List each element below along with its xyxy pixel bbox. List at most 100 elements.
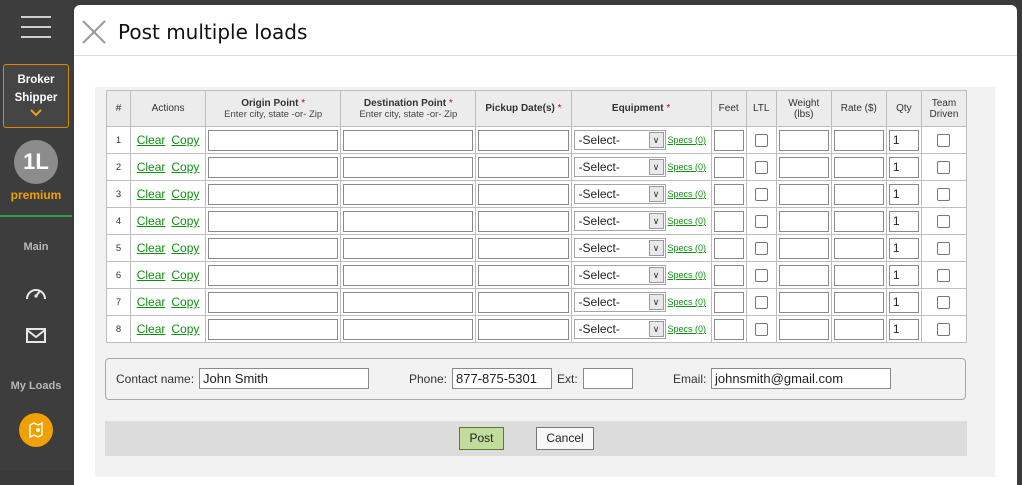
copy-link[interactable]: Copy (171, 241, 199, 255)
specs-link[interactable]: Specs (0) (668, 216, 707, 226)
qty-input[interactable]: 1 (888, 237, 919, 259)
rate-input[interactable] (833, 264, 884, 286)
weight-input[interactable] (778, 183, 829, 205)
rate-input[interactable] (833, 129, 884, 151)
clear-link[interactable]: Clear (137, 322, 166, 336)
equipment-select[interactable]: -Select- ∨ (573, 319, 666, 339)
clear-link[interactable]: Clear (137, 160, 166, 174)
origin-input[interactable] (208, 291, 339, 313)
origin-input[interactable] (208, 156, 339, 178)
clear-link[interactable]: Clear (137, 268, 166, 282)
pickup-date-input[interactable] (478, 318, 569, 340)
clear-link[interactable]: Clear (137, 133, 166, 147)
ltl-checkbox[interactable] (754, 134, 768, 148)
pickup-date-input[interactable] (478, 129, 569, 151)
team-driven-checkbox[interactable] (937, 242, 951, 256)
team-driven-checkbox[interactable] (937, 215, 951, 229)
pickup-date-input[interactable] (478, 210, 569, 232)
team-driven-checkbox[interactable] (937, 188, 951, 202)
destination-input[interactable] (343, 264, 474, 286)
weight-input[interactable] (778, 291, 829, 313)
pickup-date-input[interactable] (478, 264, 569, 286)
ltl-checkbox[interactable] (754, 323, 768, 337)
specs-link[interactable]: Specs (0) (668, 243, 707, 253)
team-driven-checkbox[interactable] (937, 269, 951, 283)
hamburger-icon[interactable] (21, 16, 51, 38)
feet-input[interactable] (713, 237, 744, 259)
cancel-button[interactable]: Cancel (536, 427, 594, 450)
specs-link[interactable]: Specs (0) (668, 270, 707, 280)
destination-input[interactable] (343, 291, 474, 313)
team-driven-checkbox[interactable] (937, 161, 951, 175)
equipment-select[interactable]: -Select- ∨ (573, 184, 666, 204)
origin-input[interactable] (208, 237, 339, 259)
weight-input[interactable] (778, 237, 829, 259)
qty-input[interactable]: 1 (888, 210, 919, 232)
destination-input[interactable] (343, 129, 474, 151)
copy-link[interactable]: Copy (171, 295, 199, 309)
copy-link[interactable]: Copy (171, 187, 199, 201)
rate-input[interactable] (833, 237, 884, 259)
ltl-checkbox[interactable] (754, 188, 768, 202)
equipment-select[interactable]: -Select- ∨ (573, 238, 666, 258)
dashboard-gauge-icon[interactable] (24, 283, 48, 303)
qty-input[interactable]: 1 (888, 291, 919, 313)
equipment-select[interactable]: -Select- ∨ (573, 292, 666, 312)
destination-input[interactable] (343, 237, 474, 259)
origin-input[interactable] (208, 264, 339, 286)
post-button[interactable]: Post (459, 427, 504, 450)
clear-link[interactable]: Clear (137, 214, 166, 228)
destination-input[interactable] (343, 156, 474, 178)
role-switcher[interactable]: Broker Shipper (3, 64, 69, 128)
specs-link[interactable]: Specs (0) (668, 297, 707, 307)
pickup-date-input[interactable] (478, 291, 569, 313)
clear-link[interactable]: Clear (137, 295, 166, 309)
ltl-checkbox[interactable] (754, 296, 768, 310)
copy-link[interactable]: Copy (171, 214, 199, 228)
rate-input[interactable] (833, 291, 884, 313)
copy-link[interactable]: Copy (171, 133, 199, 147)
pickup-date-input[interactable] (478, 237, 569, 259)
origin-input[interactable] (208, 183, 339, 205)
rate-input[interactable] (833, 156, 884, 178)
equipment-select[interactable]: -Select- ∨ (573, 265, 666, 285)
qty-input[interactable]: 1 (888, 156, 919, 178)
ext-field[interactable] (583, 368, 633, 389)
qty-input[interactable]: 1 (888, 183, 919, 205)
ltl-checkbox[interactable] (754, 161, 768, 175)
specs-link[interactable]: Specs (0) (668, 189, 707, 199)
team-driven-checkbox[interactable] (937, 296, 951, 310)
mail-icon[interactable] (24, 326, 48, 346)
weight-input[interactable] (778, 210, 829, 232)
close-icon[interactable] (81, 19, 107, 45)
equipment-select[interactable]: -Select- ∨ (573, 157, 666, 177)
destination-input[interactable] (343, 183, 474, 205)
qty-input[interactable]: 1 (888, 318, 919, 340)
feet-input[interactable] (713, 318, 744, 340)
rate-input[interactable] (833, 183, 884, 205)
destination-input[interactable] (343, 210, 474, 232)
rate-input[interactable] (833, 318, 884, 340)
origin-input[interactable] (208, 210, 339, 232)
feet-input[interactable] (713, 210, 744, 232)
contact-name-field[interactable]: John Smith (199, 368, 369, 389)
clear-link[interactable]: Clear (137, 241, 166, 255)
copy-link[interactable]: Copy (171, 268, 199, 282)
weight-input[interactable] (778, 156, 829, 178)
specs-link[interactable]: Specs (0) (668, 324, 707, 334)
copy-link[interactable]: Copy (171, 160, 199, 174)
clear-link[interactable]: Clear (137, 187, 166, 201)
origin-input[interactable] (208, 318, 339, 340)
qty-input[interactable]: 1 (888, 264, 919, 286)
destination-input[interactable] (343, 318, 474, 340)
copy-link[interactable]: Copy (171, 322, 199, 336)
avatar[interactable]: 1L (14, 140, 58, 184)
qty-input[interactable]: 1 (888, 129, 919, 151)
origin-input[interactable] (208, 129, 339, 151)
specs-link[interactable]: Specs (0) (668, 162, 707, 172)
ltl-checkbox[interactable] (754, 215, 768, 229)
pickup-date-input[interactable] (478, 183, 569, 205)
specs-link[interactable]: Specs (0) (668, 135, 707, 145)
feet-input[interactable] (713, 264, 744, 286)
feet-input[interactable] (713, 156, 744, 178)
